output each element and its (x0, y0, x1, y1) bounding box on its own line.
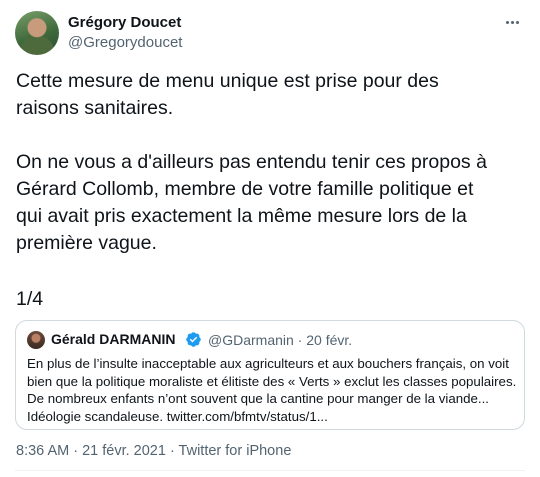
more-horizontal-icon[interactable] (502, 14, 522, 30)
quoted-author-avatar (27, 331, 45, 349)
thread-counter: 1/4 (16, 288, 44, 310)
divider (15, 470, 525, 471)
quoted-author-meta: @GDarmanin · 20 févr. (208, 332, 353, 348)
tweet-paragraph-2: On ne vous a d'ailleurs pas entendu teni… (16, 151, 487, 254)
tweet-timestamp[interactable]: 8:36 AM · 21 févr. 2021 · Twitter for iP… (16, 443, 291, 459)
quoted-tweet-text: En plus de l’insulte inacceptable aux ag… (27, 356, 517, 424)
verified-badge-icon (186, 332, 201, 347)
quoted-tweet[interactable]: Gérald DARMANIN @GDarmanin · 20 févr. En… (15, 320, 525, 430)
author-handle[interactable]: @Gregorydoucet (68, 34, 182, 51)
tweet-text: Cette mesure de menu unique est prise po… (16, 68, 526, 257)
tweet-card: Grégory Doucet @Gregorydoucet Cette mesu… (0, 0, 540, 477)
tweet-paragraph-1: Cette mesure de menu unique est prise po… (16, 70, 439, 119)
tweet-header: Grégory Doucet @Gregorydoucet (15, 10, 525, 56)
quoted-author-name: Gérald DARMANIN (51, 331, 176, 347)
author-name[interactable]: Grégory Doucet (68, 14, 181, 31)
author-avatar[interactable] (15, 11, 59, 55)
